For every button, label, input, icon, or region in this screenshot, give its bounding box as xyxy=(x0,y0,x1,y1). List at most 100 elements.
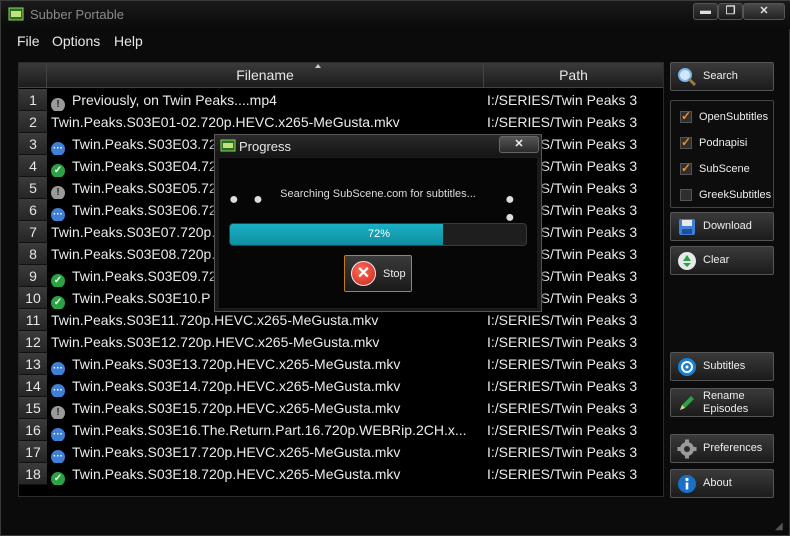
filename-cell[interactable]: ··· Twin.Peaks.S03E13.720p.HEVC.x265-MeGu… xyxy=(51,353,481,375)
path-cell[interactable]: I:/SERIES/Twin Peaks 3 xyxy=(487,397,663,419)
path-cell[interactable]: I:/SERIES/Twin Peaks 3 xyxy=(487,353,663,375)
filename-text: Twin.Peaks.S03E11.720p.HEVC.x265-MeGusta… xyxy=(51,312,379,328)
row-number[interactable]: 8 xyxy=(19,243,47,265)
row-number[interactable]: 9 xyxy=(19,265,47,287)
title-bar[interactable]: Subber Portable ▬ ❐ ✕ xyxy=(1,1,790,29)
window-title: Subber Portable xyxy=(30,7,124,22)
filename-cell[interactable]: ··· Twin.Peaks.S03E16.The.Return.Part.16.… xyxy=(51,419,481,441)
row-number[interactable]: 6 xyxy=(19,199,47,221)
filename-cell[interactable]: Twin.Peaks.S03E12.720p.HEVC.x265-MeGusta… xyxy=(51,331,481,353)
checkbox-opensubtitles[interactable] xyxy=(680,109,692,123)
filename-cell[interactable]: ··· Twin.Peaks.S03E14.720p.HEVC.x265-MeGu… xyxy=(51,375,481,397)
row-number[interactable]: 4 xyxy=(19,155,47,177)
status-warn-icon: ! xyxy=(51,186,65,199)
subtitles-button[interactable]: Subtitles xyxy=(670,352,774,381)
about-button[interactable]: About xyxy=(670,469,774,498)
table-row[interactable]: 11 Twin.Peaks.S03E11.720p.HEVC.x265-MeGus… xyxy=(19,309,663,331)
filename-cell[interactable]: ✓ Twin.Peaks.S03E18.720p.HEVC.x265-MeGust… xyxy=(51,463,481,485)
menu-file[interactable]: File xyxy=(17,33,40,49)
provider-label: GreekSubtitles xyxy=(699,189,772,201)
column-header-path[interactable]: Path xyxy=(484,63,663,88)
filename-cell[interactable]: ! Previously, on Twin Peaks....mp4 xyxy=(51,89,481,111)
filename-cell[interactable]: Twin.Peaks.S03E11.720p.HEVC.x265-MeGusta… xyxy=(51,309,481,331)
status-wait-icon: ··· xyxy=(51,384,65,397)
filename-cell[interactable]: ··· Twin.Peaks.S03E17.720p.HEVC.x265-MeGu… xyxy=(51,441,481,463)
row-number[interactable]: 18 xyxy=(19,463,47,485)
row-number[interactable]: 13 xyxy=(19,353,47,375)
checkbox-greeksubtitles[interactable] xyxy=(680,189,692,201)
filename-text: Twin.Peaks.S03E16.The.Return.Part.16.720… xyxy=(72,422,467,438)
status-wait-icon: ··· xyxy=(51,142,65,155)
table-row[interactable]: 2 Twin.Peaks.S03E01-02.720p.HEVC.x265-MeG… xyxy=(19,111,663,133)
row-number[interactable]: 16 xyxy=(19,419,47,441)
path-cell[interactable]: I:/SERIES/Twin Peaks 3 xyxy=(487,111,663,133)
stop-button[interactable]: ✕ Stop xyxy=(344,255,412,292)
row-number[interactable]: 10 xyxy=(19,287,47,309)
resize-grip-icon[interactable]: ◢ xyxy=(775,521,787,533)
row-number[interactable]: 17 xyxy=(19,441,47,463)
row-number[interactable]: 1 xyxy=(19,89,47,111)
checkbox-podnapisi[interactable] xyxy=(680,135,692,149)
filename-text: Twin.Peaks.S03E10.P xyxy=(72,290,211,306)
row-number[interactable]: 12 xyxy=(19,331,47,353)
rename-episodes-label: Rename Episodes xyxy=(703,390,748,416)
column-header-filename[interactable]: Filename xyxy=(47,63,484,88)
path-cell[interactable]: I:/SERIES/Twin Peaks 3 xyxy=(487,441,663,463)
row-number[interactable]: 15 xyxy=(19,397,47,419)
path-cell[interactable]: I:/SERIES/Twin Peaks 3 xyxy=(487,419,663,441)
table-row[interactable]: 15! Twin.Peaks.S03E15.720p.HEVC.x265-MeGu… xyxy=(19,397,663,419)
table-row[interactable]: 17 ··· Twin.Peaks.S03E17.720p.HEVC.x265-Me… xyxy=(19,441,663,463)
table-row[interactable]: 1! Previously, on Twin Peaks....mp4 I:/SER… xyxy=(19,89,663,111)
gear-icon xyxy=(677,439,697,459)
corner-cell[interactable] xyxy=(19,63,47,88)
close-button[interactable]: ✕ xyxy=(743,3,785,20)
dialog-body: ● ● ● ● Searching SubScene.com for subti… xyxy=(219,158,537,308)
progress-bar: 72% xyxy=(229,223,527,246)
clear-button[interactable]: Clear xyxy=(670,246,774,275)
row-number[interactable]: 5 xyxy=(19,177,47,199)
menu-options[interactable]: Options xyxy=(52,33,100,49)
dialog-close-button[interactable]: ✕ xyxy=(499,136,539,153)
menu-help[interactable]: Help xyxy=(114,33,143,49)
dialog-title-bar[interactable]: Progress ✕ xyxy=(215,135,541,157)
search-button-label: Search xyxy=(703,70,738,82)
search-button[interactable]: Search xyxy=(670,62,774,91)
filename-cell[interactable]: Twin.Peaks.S03E01-02.720p.HEVC.x265-MeGu… xyxy=(51,111,481,133)
status-wait-icon: ··· xyxy=(51,450,65,463)
table-row[interactable]: 14 ··· Twin.Peaks.S03E14.720p.HEVC.x265-Me… xyxy=(19,375,663,397)
row-number[interactable]: 7 xyxy=(19,221,47,243)
path-cell[interactable]: I:/SERIES/Twin Peaks 3 xyxy=(487,375,663,397)
checkbox-subscene[interactable] xyxy=(680,161,692,175)
preferences-button-label: Preferences xyxy=(703,442,763,454)
subtitles-button-label: Subtitles xyxy=(703,360,746,372)
stop-button-label: Stop xyxy=(383,268,406,280)
app-logo-icon xyxy=(8,7,24,21)
path-cell[interactable]: I:/SERIES/Twin Peaks 3 xyxy=(487,463,663,485)
path-cell[interactable]: I:/SERIES/Twin Peaks 3 xyxy=(487,89,663,111)
maximize-button[interactable]: ❐ xyxy=(718,3,743,20)
table-header: Filename Path xyxy=(19,63,663,88)
filename-cell[interactable]: ! Twin.Peaks.S03E15.720p.HEVC.x265-MeGust… xyxy=(51,397,481,419)
minimize-button[interactable]: ▬ xyxy=(693,3,718,20)
download-button[interactable]: Download xyxy=(670,212,774,241)
download-button-label: Download xyxy=(703,220,752,232)
filename-text: Twin.Peaks.S03E15.720p.HEVC.x265-MeGusta… xyxy=(72,400,401,416)
rename-label-line2: Episodes xyxy=(703,403,749,415)
row-number[interactable]: 14 xyxy=(19,375,47,397)
table-row[interactable]: 12 Twin.Peaks.S03E12.720p.HEVC.x265-MeGus… xyxy=(19,331,663,353)
floppy-disk-icon xyxy=(679,219,695,235)
row-number[interactable]: 11 xyxy=(19,309,47,331)
table-row[interactable]: 18 ✓ Twin.Peaks.S03E18.720p.HEVC.x265-MeGu… xyxy=(19,463,663,485)
path-cell[interactable]: I:/SERIES/Twin Peaks 3 xyxy=(487,309,663,331)
filename-text: Twin.Peaks.S03E17.720p.HEVC.x265-MeGusta… xyxy=(72,444,401,460)
preferences-button[interactable]: Preferences xyxy=(670,434,774,463)
clear-button-label: Clear xyxy=(703,254,730,266)
row-number[interactable]: 3 xyxy=(19,133,47,155)
status-ok-icon: ✓ xyxy=(51,274,65,287)
path-cell[interactable]: I:/SERIES/Twin Peaks 3 xyxy=(487,331,663,353)
table-row[interactable]: 16 ··· Twin.Peaks.S03E16.The.Return.Part.1… xyxy=(19,419,663,441)
row-number[interactable]: 2 xyxy=(19,111,47,133)
rename-episodes-button[interactable]: Rename Episodes xyxy=(670,388,774,417)
progress-percent: 72% xyxy=(367,228,391,240)
table-row[interactable]: 13 ··· Twin.Peaks.S03E13.720p.HEVC.x265-Me… xyxy=(19,353,663,375)
